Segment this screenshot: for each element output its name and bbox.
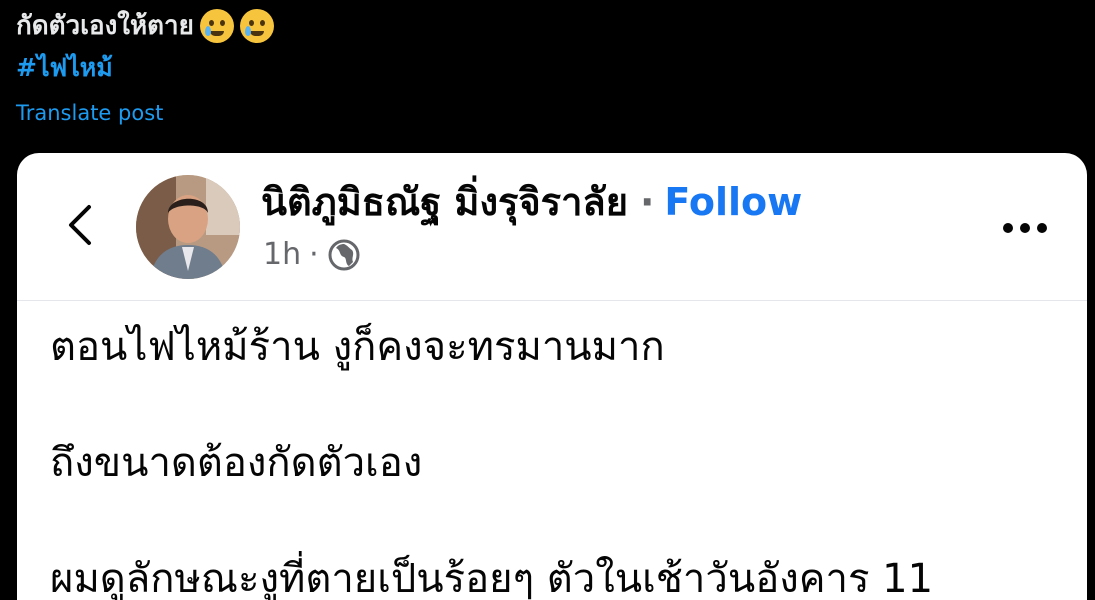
post-time[interactable]: 1h xyxy=(263,235,301,275)
avatar-image xyxy=(136,175,240,279)
hashtag-link[interactable]: #ไฟไหม้ xyxy=(16,50,113,86)
embedded-post-screenshot[interactable]: นิติภูมิธณัฐ มิ่งรุจิราลัย · Follow 1h ·… xyxy=(17,153,1087,600)
globe-icon xyxy=(328,239,360,271)
crying-face-emoji-icon xyxy=(199,9,234,43)
meta-separator: · xyxy=(309,237,319,272)
post-body-line: ผมดูลักษณะงูที่ตายเป็นร้อยๆ ตัวในเช้าวัน… xyxy=(50,556,934,600)
author-name[interactable]: นิติภูมิธณัฐ มิ่งรุจิราลัย xyxy=(261,175,628,229)
post-header: นิติภูมิธณัฐ มิ่งรุจิราลัย · Follow 1h · xyxy=(17,153,1087,301)
post-body-line: ตอนไฟไหม้ร้าน งูก็คงจะทรมานมาก xyxy=(50,324,665,370)
post-body: ตอนไฟไหม้ร้าน งูก็คงจะทรมานมาก ถึงขนาดต้… xyxy=(50,319,1067,600)
post-body-line: ถึงขนาดต้องกัดตัวเอง xyxy=(50,440,423,486)
more-options-icon[interactable] xyxy=(1003,223,1047,235)
back-arrow-icon[interactable] xyxy=(63,203,97,247)
crying-face-emoji-icon xyxy=(239,9,274,43)
author-avatar[interactable] xyxy=(136,175,240,279)
author-line: นิติภูมิธณัฐ มิ่งรุจิราลัย · Follow xyxy=(261,175,802,229)
translate-post-link[interactable]: Translate post xyxy=(16,98,163,128)
separator-dot: · xyxy=(639,180,655,224)
follow-button[interactable]: Follow xyxy=(664,175,802,229)
screenshot-page: กัดตัวเองให้ตาย #ไฟไหม้ Translate post น… xyxy=(0,0,1095,600)
post-meta: 1h · xyxy=(263,235,361,275)
tweet-text: กัดตัวเองให้ตาย xyxy=(16,6,274,46)
tweet-text-content: กัดตัวเองให้ตาย xyxy=(16,11,194,41)
